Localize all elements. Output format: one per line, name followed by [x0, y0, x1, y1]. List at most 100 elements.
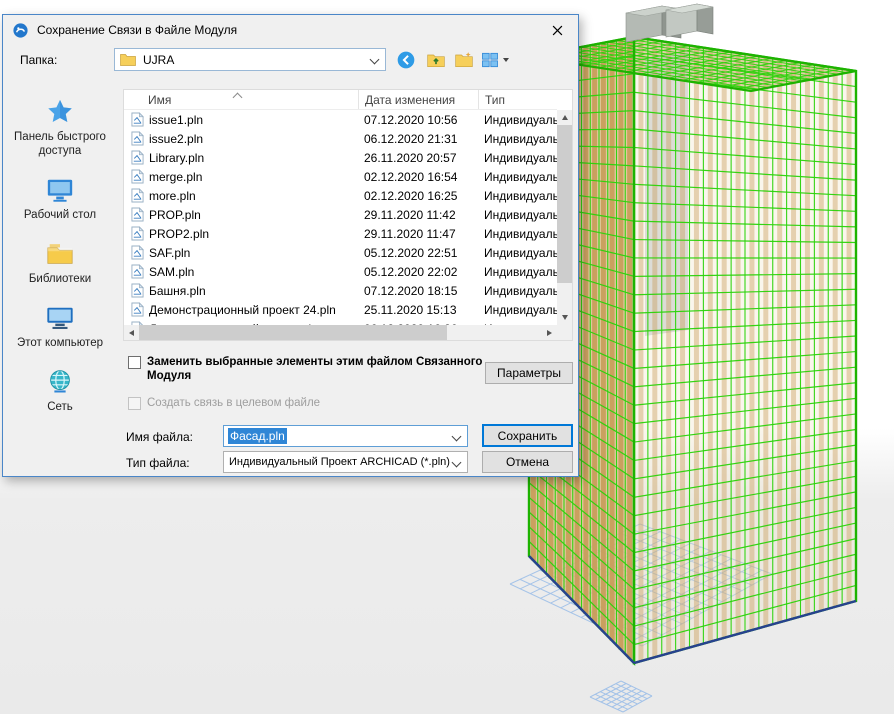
file-type-dropdown[interactable]: Индивидуальный Проект ARCHICAD (*.pln) [223, 451, 468, 473]
file-name-value: Фасад.pln [228, 428, 287, 444]
views-icon [480, 50, 500, 70]
file-date: 26.11.2020 20:57 [357, 151, 477, 165]
pln-file-icon [131, 112, 147, 127]
sidebar-item[interactable]: Панель быстрого доступа [3, 97, 117, 158]
column-header-date[interactable]: Дата изменения [358, 90, 478, 109]
sidebar-item-label: Этот компьютер [13, 336, 107, 350]
file-row[interactable]: Library.pln26.11.2020 20:57Индивидуаль..… [124, 148, 557, 167]
sidebar-item-label: Панель быстрого доступа [3, 130, 117, 158]
file-row[interactable]: issue1.pln07.12.2020 10:56Индивидуаль... [124, 110, 557, 129]
file-name: issue1.pln [147, 113, 357, 127]
file-list: Имя Дата изменения Тип issue1.pln07.12.2… [123, 89, 573, 341]
new-folder-button[interactable] [452, 48, 476, 71]
libraries-icon [45, 239, 75, 269]
file-row[interactable]: more.pln02.12.2020 16:25Индивидуаль... [124, 186, 557, 205]
chevron-down-icon[interactable] [452, 432, 462, 442]
file-type-label: Тип файла: [126, 456, 190, 470]
sidebar-item-label: Сеть [43, 400, 77, 414]
file-date: 02.12.2020 16:54 [357, 170, 477, 184]
pln-file-icon [131, 150, 147, 165]
dialog-toolbar: Папка: UJRA [3, 48, 578, 72]
file-type: Индивидуаль... [477, 208, 557, 222]
file-type: Индивидуаль... [477, 113, 557, 127]
file-row[interactable]: PROP.pln29.11.2020 11:42Индивидуаль... [124, 205, 557, 224]
places-sidebar: Панель быстрого доступа Рабочий стол Библи… [3, 97, 117, 414]
save-button[interactable]: Сохранить [482, 424, 573, 447]
file-name-input[interactable]: Фасад.pln [223, 425, 468, 447]
sidebar-item[interactable]: Этот компьютер [3, 303, 117, 350]
chevron-down-icon [370, 55, 380, 65]
up-folder-icon [426, 50, 446, 70]
file-row[interactable]: SAF.pln05.12.2020 22:51Индивидуаль... [124, 243, 557, 262]
sort-asc-icon [233, 93, 243, 103]
scroll-left-arrow[interactable] [124, 325, 139, 340]
view-menu-button[interactable] [478, 48, 502, 71]
dialog-titlebar[interactable]: Сохранение Связи в Файле Модуля [3, 15, 578, 45]
folder-dropdown[interactable]: UJRA [114, 48, 386, 71]
folder-value: UJRA [143, 53, 174, 67]
new-folder-icon [454, 50, 474, 70]
scroll-right-arrow[interactable] [542, 325, 557, 340]
close-button[interactable] [536, 15, 578, 45]
sidebar-item[interactable]: Библиотеки [3, 239, 117, 286]
back-icon [396, 50, 416, 70]
file-name: Library.pln [147, 151, 357, 165]
close-icon [552, 25, 563, 36]
column-header-name[interactable]: Имя [124, 90, 358, 109]
pln-file-icon [131, 283, 147, 298]
checkbox-box-disabled [128, 397, 141, 410]
file-row[interactable]: Демонстрационный проект 24.pln25.11.2020… [124, 300, 557, 319]
file-date: 05.12.2020 22:51 [357, 246, 477, 260]
folder-icon [120, 53, 136, 66]
desktop-icon [45, 175, 75, 205]
file-row[interactable]: Башня.pln07.12.2020 18:15Индивидуаль... [124, 281, 557, 300]
column-header-type[interactable]: Тип [478, 90, 557, 109]
file-row[interactable]: merge.pln02.12.2020 16:54Индивидуаль... [124, 167, 557, 186]
pln-file-icon [131, 302, 147, 317]
file-name: merge.pln [147, 170, 357, 184]
pln-file-icon [131, 188, 147, 203]
scroll-down-arrow[interactable] [557, 310, 572, 325]
file-type: Индивидуаль... [477, 151, 557, 165]
file-row[interactable]: PROP2.pln29.11.2020 11:47Индивидуаль... [124, 224, 557, 243]
network-icon [45, 367, 75, 397]
replace-elements-checkbox[interactable]: Заменить выбранные элементы этим файлом … [128, 355, 495, 383]
vertical-scrollbar[interactable] [557, 110, 572, 325]
sidebar-item[interactable]: Сеть [3, 367, 117, 414]
file-date: 25.11.2020 15:13 [357, 303, 477, 317]
file-date: 05.12.2020 22:02 [357, 265, 477, 279]
file-name: SAF.pln [147, 246, 357, 260]
horizontal-scroll-thumb[interactable] [139, 325, 447, 340]
pln-file-icon [131, 264, 147, 279]
file-row[interactable]: SAM.pln05.12.2020 22:02Индивидуаль... [124, 262, 557, 281]
back-button[interactable] [394, 48, 418, 71]
file-type-value: Индивидуальный Проект ARCHICAD (*.pln) [229, 456, 467, 468]
horizontal-scrollbar[interactable] [124, 325, 557, 340]
sidebar-item[interactable]: Рабочий стол [3, 175, 117, 222]
parameters-button[interactable]: Параметры [485, 362, 573, 384]
pln-file-icon [131, 226, 147, 241]
archicad-3d-window: Сохранение Связи в Файле Модуля Папка: U… [0, 0, 894, 714]
file-date: 02.12.2020 16:25 [357, 189, 477, 203]
file-type: Индивидуаль... [477, 265, 557, 279]
sidebar-item-label: Библиотеки [25, 272, 95, 286]
file-name: Демонстрационный проект 24.pln [147, 303, 357, 317]
create-link-checkbox: Создать связь в целевом файле [128, 396, 320, 410]
checkbox-label-disabled: Создать связь в целевом файле [147, 396, 320, 410]
file-name-label: Имя файла: [126, 430, 193, 444]
file-date: 29.11.2020 11:47 [357, 227, 477, 241]
file-date: 07.12.2020 18:15 [357, 284, 477, 298]
scroll-up-arrow[interactable] [557, 110, 572, 125]
file-row[interactable]: issue2.pln06.12.2020 21:31Индивидуаль... [124, 129, 557, 148]
pln-file-icon [131, 131, 147, 146]
up-folder-button[interactable] [424, 48, 448, 71]
list-header: Имя Дата изменения Тип [124, 90, 557, 110]
view-menu-chevron-icon[interactable] [503, 58, 509, 62]
vertical-scroll-thumb[interactable] [557, 125, 572, 283]
cancel-button[interactable]: Отмена [482, 451, 573, 473]
sidebar-item-label: Рабочий стол [20, 208, 100, 222]
folder-label: Папка: [20, 53, 57, 67]
file-date: 06.12.2020 21:31 [357, 132, 477, 146]
pln-file-icon [131, 169, 147, 184]
checkbox-box[interactable] [128, 356, 141, 369]
